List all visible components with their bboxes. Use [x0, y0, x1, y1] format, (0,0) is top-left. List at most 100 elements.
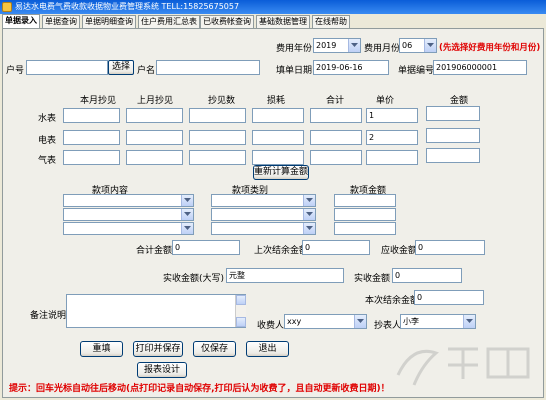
col-reading-count: 抄见数 — [208, 96, 236, 106]
chevron-down-icon[interactable] — [303, 195, 315, 206]
household-no-input[interactable] — [26, 60, 108, 75]
doc-no-input[interactable] — [433, 60, 527, 75]
chevron-down-icon[interactable] — [354, 315, 366, 328]
water-meter-label: 水表 — [38, 114, 57, 124]
fee-month-value: 06 — [402, 41, 413, 50]
water-unit-price[interactable] — [366, 108, 418, 123]
col-amount: 金额 — [450, 96, 469, 106]
receivable-label: 应收金额 — [381, 246, 418, 256]
fill-date-label: 填单日期 — [276, 66, 313, 76]
household-no-label: 户号 — [6, 66, 25, 76]
chevron-down-icon[interactable] — [348, 39, 360, 52]
watermark-logo — [396, 347, 530, 386]
tab-charged-query[interactable]: 已收费帐查询 — [200, 15, 254, 28]
household-name-input[interactable] — [156, 60, 260, 75]
col-unit-price: 单价 — [376, 96, 395, 106]
tab-bar: 单据录入 单据查询 单据明细查询 住户费用汇总表 已收费帐查询 基础数据管理 在… — [0, 14, 546, 28]
total-input[interactable] — [172, 240, 240, 255]
gas-meter-label: 气表 — [38, 156, 57, 166]
item-amount-input-2[interactable] — [334, 208, 396, 221]
electric-this-reading[interactable] — [63, 130, 120, 145]
tab-detail-query[interactable]: 单据明细查询 — [82, 15, 136, 28]
item-amount-input-1[interactable] — [334, 194, 396, 207]
payee-select[interactable]: xxy — [284, 314, 367, 329]
current-balance-label: 本次结余金额 — [365, 296, 420, 306]
gas-this-reading[interactable] — [63, 150, 120, 165]
reader-value: 小李 — [403, 317, 419, 326]
received-upper-label: 实收金额(大写) — [163, 274, 225, 284]
remarks-label: 备注说明 — [30, 311, 67, 321]
item-content-select-1[interactable] — [63, 194, 194, 207]
gas-amount[interactable] — [426, 148, 480, 163]
water-subtotal[interactable] — [310, 108, 362, 123]
tab-base-data[interactable]: 基础数据管理 — [256, 15, 310, 28]
fee-month-select[interactable]: 06 — [399, 38, 437, 53]
electric-subtotal[interactable] — [310, 130, 362, 145]
item-category-select-1[interactable] — [211, 194, 316, 207]
print-save-button[interactable]: 打印并保存 — [133, 341, 183, 357]
save-only-button[interactable]: 仅保存 — [193, 341, 236, 357]
recalc-button[interactable]: 重新计算金额 — [253, 165, 309, 180]
chevron-down-icon[interactable] — [181, 209, 193, 220]
total-label: 合计金额 — [136, 246, 173, 256]
item-category-select-2[interactable] — [211, 208, 316, 221]
refill-button[interactable]: 重填 — [80, 341, 123, 357]
item-content-select-3[interactable] — [63, 222, 194, 235]
last-balance-label: 上次结余金额 — [254, 246, 309, 256]
gas-unit-price[interactable] — [366, 150, 418, 165]
tab-entry[interactable]: 单据录入 — [2, 14, 40, 28]
select-household-button[interactable]: 选择 — [108, 60, 134, 75]
year-month-hint: (先选择好费用年份和月份) — [439, 43, 541, 53]
tab-online-help[interactable]: 在线帮助 — [312, 15, 350, 28]
electric-loss[interactable] — [252, 130, 304, 145]
water-last-reading[interactable] — [126, 108, 183, 123]
water-amount[interactable] — [426, 106, 480, 121]
chevron-down-icon[interactable] — [463, 315, 475, 328]
exit-button[interactable]: 退出 — [246, 341, 289, 357]
electric-meter-label: 电表 — [38, 136, 57, 146]
chevron-down-icon[interactable] — [181, 195, 193, 206]
tab-query[interactable]: 单据查询 — [42, 15, 80, 28]
col-last-reading: 上月抄见 — [137, 96, 174, 106]
received-upper-input[interactable] — [226, 268, 344, 283]
reader-select[interactable]: 小李 — [400, 314, 476, 329]
col-this-reading: 本月抄见 — [80, 96, 117, 106]
fill-date-input[interactable] — [313, 60, 389, 75]
chevron-down-icon[interactable] — [181, 223, 193, 234]
water-loss[interactable] — [252, 108, 304, 123]
water-this-reading[interactable] — [63, 108, 120, 123]
item-amount-input-3[interactable] — [334, 222, 396, 235]
scroll-up-icon[interactable] — [236, 295, 246, 305]
current-balance-input[interactable] — [414, 290, 484, 305]
electric-reading-count[interactable] — [189, 130, 246, 145]
col-subtotal: 合计 — [326, 96, 345, 106]
electric-amount[interactable] — [426, 128, 480, 143]
remarks-scrollbar[interactable] — [235, 295, 246, 327]
window-title: 易达水电费气费收款收据物业费管理系统 TELL:15825675057 — [15, 2, 240, 11]
remarks-textarea[interactable] — [66, 294, 246, 328]
gas-last-reading[interactable] — [126, 150, 183, 165]
fee-year-label: 费用年份 — [276, 44, 313, 54]
electric-last-reading[interactable] — [126, 130, 183, 145]
household-name-label: 户名 — [137, 66, 156, 76]
gas-subtotal[interactable] — [310, 150, 362, 165]
gas-loss[interactable] — [252, 150, 304, 165]
electric-unit-price[interactable] — [366, 130, 418, 145]
chevron-down-icon[interactable] — [303, 223, 315, 234]
chevron-down-icon[interactable] — [424, 39, 436, 52]
gas-reading-count[interactable] — [189, 150, 246, 165]
tab-summary[interactable]: 住户费用汇总表 — [138, 15, 200, 28]
report-design-button[interactable]: 报表设计 — [137, 362, 187, 378]
payee-label: 收费人 — [257, 321, 285, 331]
received-input[interactable] — [392, 268, 462, 283]
app-icon — [2, 2, 12, 12]
item-category-select-3[interactable] — [211, 222, 316, 235]
fee-year-select[interactable]: 2019 — [313, 38, 361, 53]
hint-text: 提示：回车光标自动往后移动(点打印记录自动保存,打印后认为收费了，且自动更新收费… — [9, 384, 390, 394]
last-balance-input[interactable] — [302, 240, 370, 255]
scroll-down-icon[interactable] — [236, 317, 246, 327]
chevron-down-icon[interactable] — [303, 209, 315, 220]
water-reading-count[interactable] — [189, 108, 246, 123]
receivable-input[interactable] — [415, 240, 485, 255]
item-content-select-2[interactable] — [63, 208, 194, 221]
